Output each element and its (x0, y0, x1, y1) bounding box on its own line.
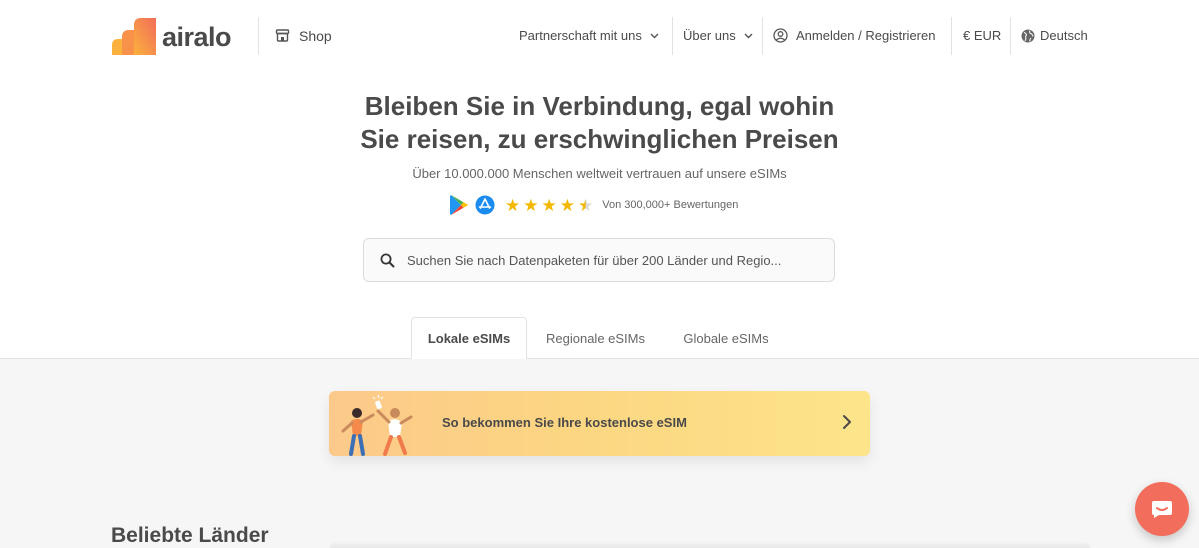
nav-divider (762, 17, 763, 55)
search-input[interactable]: Suchen Sie nach Datenpaketen für über 20… (363, 238, 835, 282)
tab-label: Regionale eSIMs (546, 330, 645, 346)
nav-login-label: Anmelden / Registrieren (796, 28, 936, 43)
header-divider (258, 17, 259, 55)
shop-link[interactable]: Shop (275, 28, 332, 44)
tab-label: Lokale eSIMs (427, 330, 511, 346)
chevron-down-icon (650, 33, 659, 38)
star-half-icon: ★ (578, 195, 594, 215)
star-icon: ★ (559, 195, 575, 215)
nav-divider (951, 17, 952, 55)
nav-about-label: Über uns (683, 28, 736, 43)
banner-text: So bekommen Sie Ihre kostenlose eSIM (442, 415, 687, 430)
nav-currency-label: € EUR (963, 28, 1002, 43)
nav-login[interactable]: Anmelden / Registrieren (773, 28, 935, 43)
star-icon: ★ (523, 195, 539, 215)
chat-button[interactable] (1135, 482, 1189, 536)
card-top-edge (330, 540, 1090, 548)
nav-language[interactable]: Deutsch (1021, 28, 1088, 43)
section-title: Beliebte Länder (111, 524, 269, 547)
nav-partnership-label: Partnerschaft mit uns (519, 28, 642, 43)
airalo-logo-mark-icon (112, 18, 156, 55)
rating-stars: ★ ★ ★ ★ ★ (505, 197, 596, 214)
chevron-down-icon (744, 33, 753, 38)
airalo-logo[interactable]: airalo (110, 17, 232, 57)
celebrating-people-illustration (341, 394, 413, 456)
search-placeholder: Suchen Sie nach Datenpaketen für über 20… (407, 252, 782, 268)
app-store-icon[interactable] (475, 195, 495, 215)
tab-regional-esims[interactable]: Regionale eSIMs (535, 317, 656, 359)
free-esim-banner[interactable]: So bekommen Sie Ihre kostenlose eSIM (329, 391, 870, 456)
star-icon: ★ (505, 195, 521, 215)
tab-local-esims[interactable]: Lokale eSIMs (411, 317, 527, 359)
page-title: Bleiben Sie in Verbindung, egal wohin Si… (0, 90, 1199, 156)
star-icon: ★ (541, 195, 557, 215)
tab-label: Globale eSIMs (683, 330, 769, 346)
chevron-right-icon (843, 415, 851, 429)
nav-partnership[interactable]: Partnerschaft mit uns (519, 28, 659, 43)
nav-currency[interactable]: € EUR (963, 28, 1001, 43)
rating-count: Von 300,000+ Bewertungen (602, 199, 739, 211)
page-title-line-1: Bleiben Sie in Verbindung, egal wohin (364, 91, 835, 121)
chat-icon (1152, 501, 1172, 518)
nav-language-label: Deutsch (1040, 28, 1088, 43)
nav-divider (672, 17, 673, 55)
store-icon (275, 29, 290, 42)
nav-about[interactable]: Über uns (683, 28, 753, 43)
google-play-icon[interactable] (449, 194, 469, 216)
user-circle-icon (773, 28, 788, 43)
hero-subtitle: Über 10.000.000 Menschen weltweit vertra… (412, 166, 787, 181)
logo-text: airalo (162, 21, 232, 52)
header: airalo Shop Partnerschaft mit uns Über u… (0, 0, 1199, 74)
globe-icon (1021, 29, 1035, 42)
search-icon (380, 253, 395, 267)
shop-label: Shop (299, 28, 332, 44)
tab-global-esims[interactable]: Globale eSIMs (668, 317, 784, 359)
page-title-line-2: Sie reisen, zu erschwinglichen Preisen (360, 124, 839, 154)
nav-divider (1010, 17, 1011, 55)
app-rating: ★ ★ ★ ★ ★ Von 300,000+ Bewertungen (449, 193, 738, 217)
